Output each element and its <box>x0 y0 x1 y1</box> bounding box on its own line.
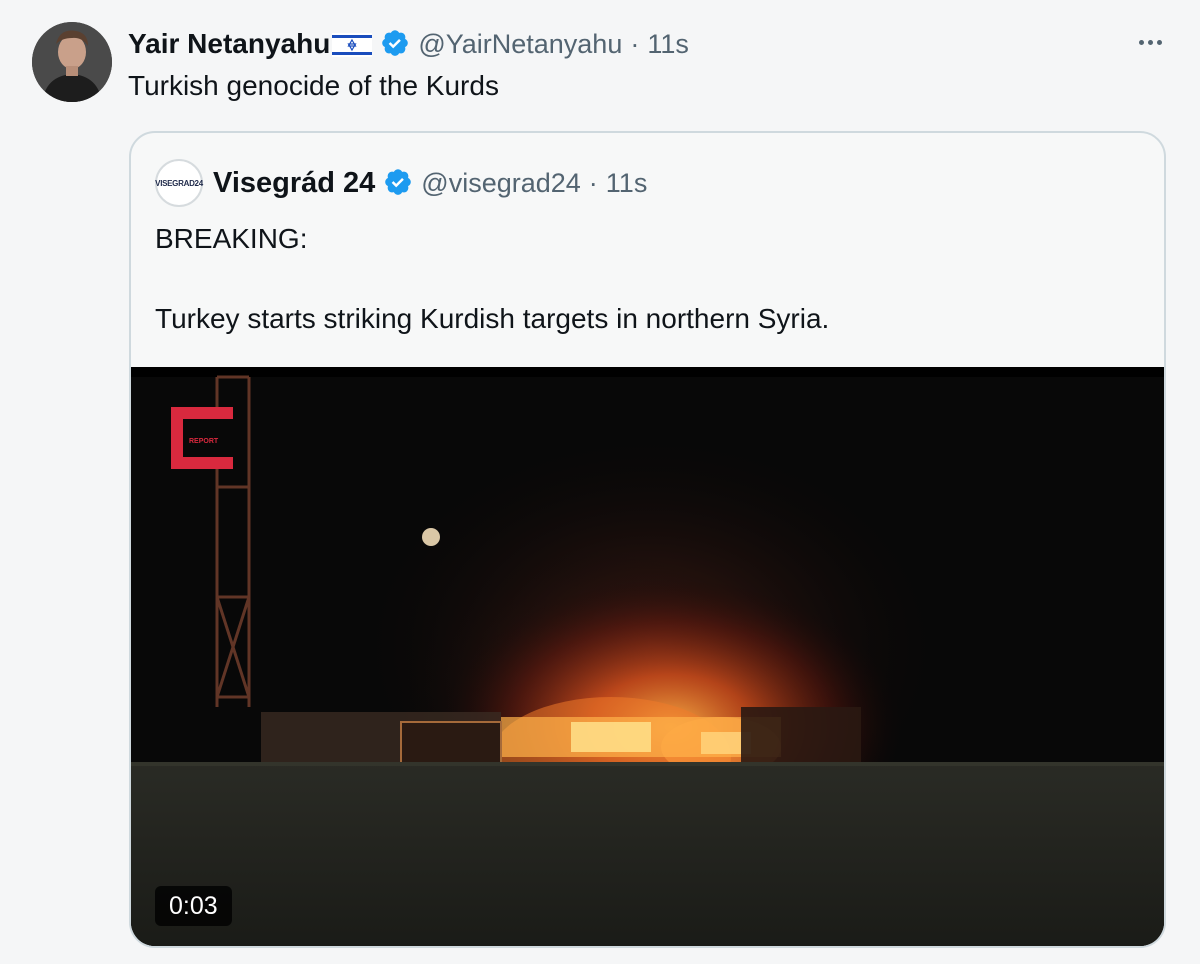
avatar-portrait <box>32 22 112 102</box>
verified-badge-icon <box>383 167 413 202</box>
tweet[interactable]: Yair Netanyahu @YairNetanyahu · 11s Turk… <box>0 0 1200 964</box>
tweet-header: Yair Netanyahu @YairNetanyahu · 11s <box>128 26 689 62</box>
quoted-timestamp[interactable]: 11s <box>606 168 648 199</box>
quoted-tweet-text: BREAKING: Turkey starts striking Kurdish… <box>155 223 830 334</box>
video-frame: REPORT <box>131 367 1164 946</box>
quoted-author-name[interactable]: Visegrád 24 <box>213 167 375 200</box>
israel-flag-icon <box>332 32 373 62</box>
quoted-tweet-card[interactable]: VISEGRAD24 Visegrád 24 @visegrad24 · 11s… <box>129 131 1166 948</box>
quoted-avatar-text: VISEGRAD24 <box>155 178 203 188</box>
video-player[interactable]: REPORT 0:03 <box>131 367 1164 946</box>
quoted-author-handle[interactable]: @visegrad24 <box>421 168 581 199</box>
more-dot <box>1138 39 1144 45</box>
author-handle[interactable]: @YairNetanyahu <box>418 29 622 60</box>
video-duration-badge: 0:03 <box>155 886 232 926</box>
more-dot <box>1156 39 1162 45</box>
report-logo-icon: REPORT <box>171 407 233 469</box>
report-watermark-text: REPORT <box>189 438 219 445</box>
author-avatar[interactable] <box>32 22 112 102</box>
meta-separator: · <box>588 167 598 198</box>
quoted-author-avatar[interactable]: VISEGRAD24 <box>155 159 203 207</box>
meta-separator: · <box>630 28 640 59</box>
author-name[interactable]: Yair Netanyahu <box>128 28 330 60</box>
quoted-tweet-header: Visegrád 24 @visegrad24 · 11s <box>213 163 647 203</box>
more-dot <box>1147 39 1153 45</box>
verified-badge-icon <box>380 28 410 63</box>
more-options-icon[interactable] <box>1132 30 1168 54</box>
tweet-timestamp[interactable]: 11s <box>647 29 689 60</box>
tweet-text: Turkish genocide of the Kurds <box>128 70 499 101</box>
